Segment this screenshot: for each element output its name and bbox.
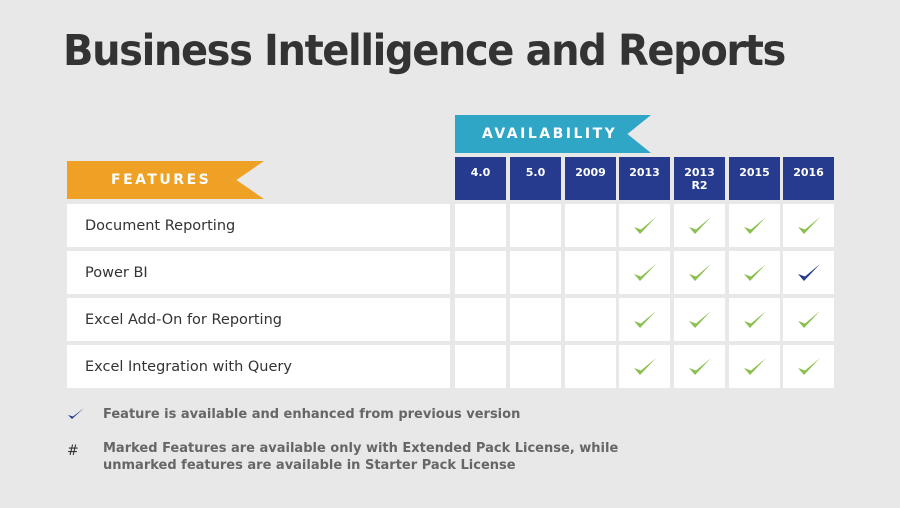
availability-cell (674, 251, 725, 294)
feature-name: Excel Integration with Query (67, 345, 450, 388)
availability-cell (619, 298, 670, 341)
availability-cell (565, 298, 616, 341)
version-header-2015: 2015 (729, 157, 780, 200)
availability-cell (510, 298, 561, 341)
version-header-2013-r2: 2013 R2 (674, 157, 725, 200)
check-icon-available (743, 310, 766, 328)
check-icon-available (688, 263, 711, 281)
version-header-5.0: 5.0 (510, 157, 561, 200)
hash-icon: # (67, 443, 79, 459)
availability-cell (674, 204, 725, 247)
availability-cell (729, 251, 780, 294)
availability-header-ribbon: AVAILABILITY (455, 115, 651, 153)
check-icon-available (633, 216, 656, 234)
availability-cell (510, 345, 561, 388)
availability-cell (619, 345, 670, 388)
availability-cell (510, 251, 561, 294)
check-icon-enhanced (797, 263, 820, 281)
features-label: FEATURES (111, 172, 212, 188)
availability-cell (783, 204, 834, 247)
availability-cell (729, 345, 780, 388)
availability-cell (674, 298, 725, 341)
legend-text: Feature is available and enhanced from p… (103, 407, 521, 422)
check-icon-available (688, 310, 711, 328)
check-icon-available (633, 263, 656, 281)
availability-cell (455, 345, 506, 388)
check-icon-available (633, 310, 656, 328)
availability-cell (729, 298, 780, 341)
feature-name: Excel Add-On for Reporting (67, 298, 450, 341)
version-header-2016: 2016 (783, 157, 834, 200)
availability-cell (565, 345, 616, 388)
check-icon-available (743, 357, 766, 375)
check-icon-available (743, 216, 766, 234)
availability-cell (565, 251, 616, 294)
check-icon-available (797, 357, 820, 375)
availability-cell (455, 251, 506, 294)
availability-cell (674, 345, 725, 388)
check-icon-available (633, 357, 656, 375)
legend-text: Marked Features are available only with … (103, 441, 619, 473)
availability-cell (729, 204, 780, 247)
availability-cell (455, 298, 506, 341)
check-icon-available (797, 216, 820, 234)
feature-name: Power BI (67, 251, 450, 294)
check-icon-enhanced (67, 406, 87, 426)
availability-label: AVAILABILITY (482, 126, 618, 142)
page-title: Business Intelligence and Reports (63, 26, 786, 76)
availability-cell (783, 251, 834, 294)
version-header-4.0: 4.0 (455, 157, 506, 200)
availability-cell (455, 204, 506, 247)
version-header-2009: 2009 (565, 157, 616, 200)
availability-cell (619, 204, 670, 247)
check-icon-available (743, 263, 766, 281)
check-icon-available (688, 357, 711, 375)
availability-cell (619, 251, 670, 294)
availability-cell (510, 204, 561, 247)
features-header-ribbon: FEATURES (67, 161, 264, 199)
availability-cell (783, 345, 834, 388)
availability-cell (783, 298, 834, 341)
version-header-2013: 2013 (619, 157, 670, 200)
check-icon-available (688, 216, 711, 234)
feature-name: Document Reporting (67, 204, 450, 247)
check-icon-available (797, 310, 820, 328)
availability-cell (565, 204, 616, 247)
